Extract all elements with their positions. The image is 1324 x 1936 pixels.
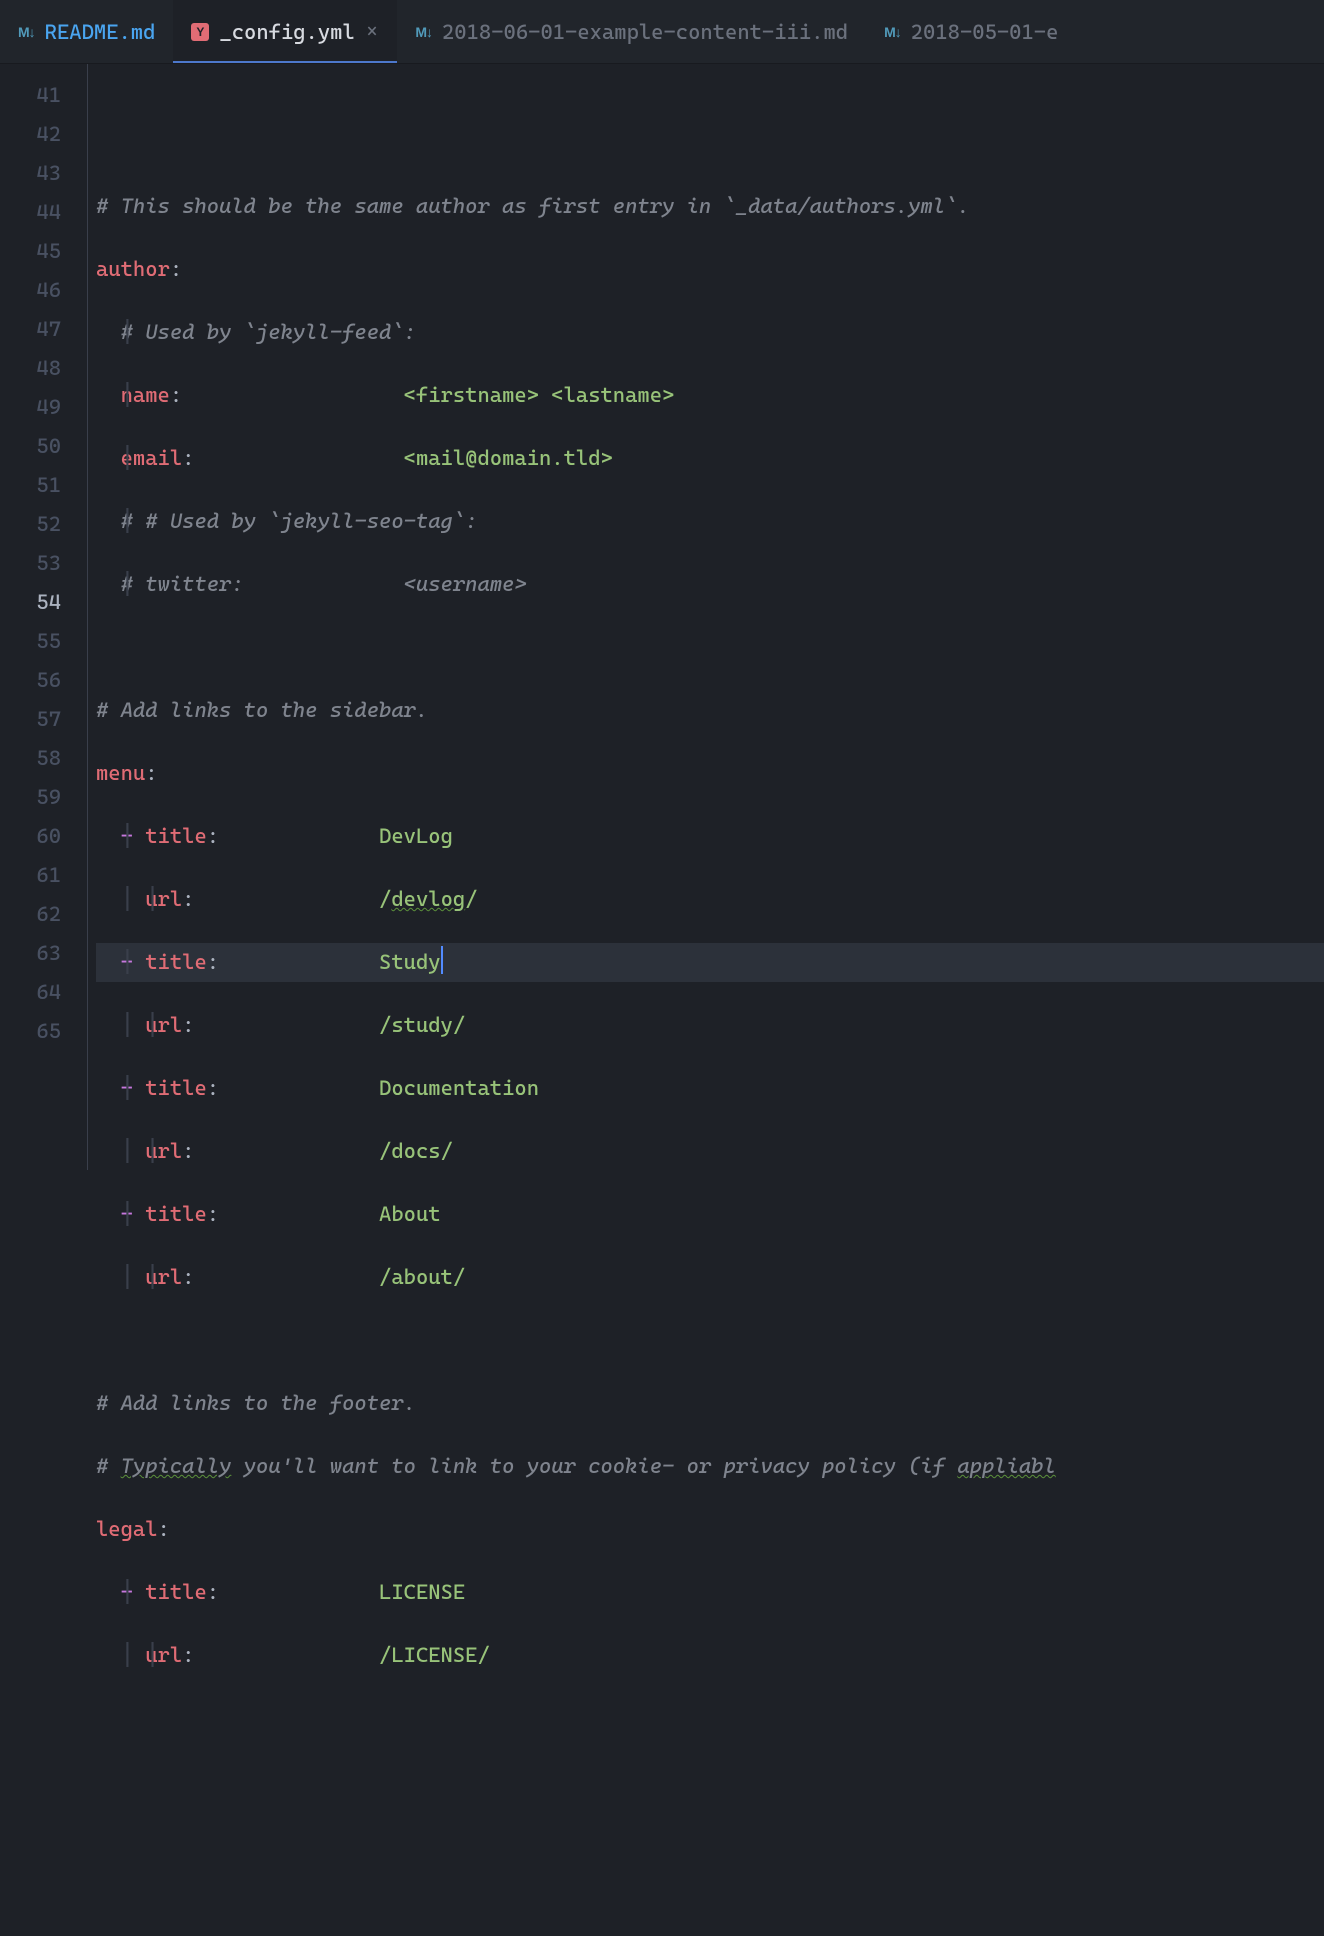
code-line[interactable]: name: <firstname> <lastname>│: [96, 376, 1324, 415]
markdown-icon: M↓: [884, 24, 901, 40]
code-line[interactable]: author:: [96, 250, 1324, 289]
code-line[interactable]: url: /docs/││: [96, 1132, 1324, 1171]
close-icon[interactable]: ×: [365, 21, 380, 42]
line-number: 54: [0, 583, 61, 622]
code-line[interactable]: [96, 1762, 1324, 1801]
code-line[interactable]: url: /LICENSE/││: [96, 1636, 1324, 1675]
code-line[interactable]: # # Used by `jekyll-seo-tag`:│: [96, 502, 1324, 541]
line-number: 45: [0, 232, 61, 271]
line-number: 49: [0, 388, 61, 427]
tab-label: README.md: [45, 20, 156, 44]
code-line[interactable]: email: <mail@domain.tld>│: [96, 439, 1324, 478]
code-line[interactable]: legal:: [96, 1510, 1324, 1549]
line-number: 52: [0, 505, 61, 544]
tab-label: _config.yml: [219, 20, 354, 44]
code-line[interactable]: # Add links to the sidebar.: [96, 691, 1324, 730]
line-number: 59: [0, 778, 61, 817]
line-number: 42: [0, 115, 61, 154]
tab-example-content[interactable]: M↓ 2018-06-01-example-content-iii.md: [397, 0, 866, 63]
line-number: 60: [0, 817, 61, 856]
tab-config-yml[interactable]: Y _config.yml ×: [173, 0, 397, 63]
line-number-gutter: 4142434445464748495051525354555657585960…: [0, 64, 88, 1170]
code-line[interactable]: [96, 1699, 1324, 1738]
code-line[interactable]: [96, 1321, 1324, 1360]
code-line[interactable]: - title: Documentation│: [96, 1069, 1324, 1108]
code-area[interactable]: # This should be the same author as firs…: [88, 64, 1324, 1170]
line-number: 51: [0, 466, 61, 505]
line-number: 48: [0, 349, 61, 388]
line-number: 62: [0, 895, 61, 934]
line-number: 56: [0, 661, 61, 700]
line-number: 50: [0, 427, 61, 466]
code-line-current[interactable]: - title: Study│: [96, 943, 1324, 982]
line-number: 44: [0, 193, 61, 232]
tab-2018-05-01[interactable]: M↓ 2018-05-01-e: [866, 0, 1076, 63]
tab-label: 2018-06-01-example-content-iii.md: [442, 20, 848, 44]
line-number: 58: [0, 739, 61, 778]
tab-bar: M↓ README.md Y _config.yml × M↓ 2018-06-…: [0, 0, 1324, 64]
code-line[interactable]: url: /study/││: [96, 1006, 1324, 1045]
code-line[interactable]: [96, 628, 1324, 667]
markdown-icon: M↓: [415, 24, 432, 40]
line-number: 46: [0, 271, 61, 310]
code-line[interactable]: url: /about/││: [96, 1258, 1324, 1297]
line-number: 57: [0, 700, 61, 739]
text-cursor: [441, 946, 443, 974]
line-number: 63: [0, 934, 61, 973]
line-number: 47: [0, 310, 61, 349]
editor: 4142434445464748495051525354555657585960…: [0, 64, 1324, 1170]
code-line[interactable]: # This should be the same author as firs…: [96, 187, 1324, 226]
line-number: 61: [0, 856, 61, 895]
yaml-icon: Y: [191, 23, 209, 41]
tab-label: 2018-05-01-e: [911, 20, 1059, 44]
line-number: 41: [0, 76, 61, 115]
line-number: 55: [0, 622, 61, 661]
markdown-icon: M↓: [18, 24, 35, 40]
code-line[interactable]: [96, 124, 1324, 163]
line-number: 64: [0, 973, 61, 1012]
line-number: 53: [0, 544, 61, 583]
tab-readme[interactable]: M↓ README.md: [0, 0, 173, 63]
code-line[interactable]: # Used by `jekyll-feed`:│: [96, 313, 1324, 352]
line-number: 65: [0, 1012, 61, 1051]
code-line[interactable]: # twitter: <username>│: [96, 565, 1324, 604]
code-line[interactable]: - title: About│: [96, 1195, 1324, 1234]
code-line[interactable]: menu:: [96, 754, 1324, 793]
code-line[interactable]: - title: DevLog│: [96, 817, 1324, 856]
code-line[interactable]: [96, 1825, 1324, 1864]
line-number: 43: [0, 154, 61, 193]
code-line[interactable]: - title: LICENSE│: [96, 1573, 1324, 1612]
code-line[interactable]: # Add links to the footer.: [96, 1384, 1324, 1423]
code-line[interactable]: # Typically you'll want to link to your …: [96, 1447, 1324, 1486]
code-line[interactable]: url: /devlog/││: [96, 880, 1324, 919]
